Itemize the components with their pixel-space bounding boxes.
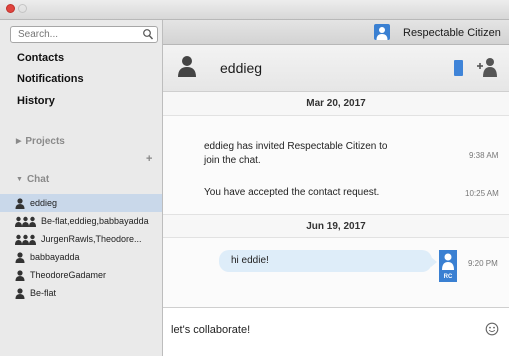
projects-label: Projects [25,136,65,147]
chat-contact-name: eddieg [220,60,263,76]
person-icon [15,197,25,209]
date-divider: Mar 20, 2017 [163,92,509,116]
nav-history[interactable]: History [17,95,55,107]
sender-avatar: RC [439,250,457,282]
chat-item-label: TheodoreGadamer [30,270,107,280]
person-icon [442,253,454,270]
phone-icon[interactable] [454,60,463,76]
chat-section-header[interactable]: ▼ Chat [16,174,49,185]
person-icon [15,251,25,263]
system-message: eddieg has invited Respectable Citizen t… [204,140,387,168]
chat-item-group-2[interactable]: JurgenRawls,Theodore... [0,230,162,248]
minimize-window-button[interactable] [18,4,27,13]
chat-item-label: Be-flat,eddieg,babbayadda [41,216,149,226]
search-input[interactable] [11,27,136,42]
chat-item-group-1[interactable]: Be-flat,eddieg,babbayadda [0,212,162,230]
system-message: You have accepted the contact request. [204,187,380,198]
collapsed-triangle-icon: ▶ [16,138,22,145]
close-window-button[interactable] [6,4,15,13]
expanded-triangle-icon: ▼ [16,176,23,183]
bubble-tail [431,257,437,267]
account-bar: Respectable Citizen [163,20,509,45]
contact-avatar-icon [177,55,197,80]
chat-item-theodoregadamer[interactable]: TheodoreGadamer [0,266,162,284]
nav-contacts[interactable]: Contacts [17,52,64,64]
user-avatar[interactable] [374,24,390,40]
message-composer [163,307,509,356]
chat-list: eddieg Be-flat,eddieg,babbayadda JurgenR… [0,194,162,302]
message-time: 9:38 AM [469,151,499,160]
chat-item-label: eddieg [30,198,58,208]
message-bubble[interactable]: hi eddie! [219,250,432,272]
outgoing-message-row: hi eddie! RC 9:20 PM [163,240,509,290]
chat-item-label: JurgenRawls,Theodore... [41,234,142,244]
account-name[interactable]: Respectable Citizen [403,27,501,39]
person-icon [376,27,388,40]
search-icon[interactable] [142,28,154,41]
message-time: 10:25 AM [465,189,499,198]
person-icon [15,269,25,281]
person-icon [15,287,25,299]
message-time: 9:20 PM [468,259,498,268]
date-divider: Jun 19, 2017 [163,214,509,238]
projects-section-header[interactable]: ▶ Projects [16,136,65,147]
chat-header: eddieg [163,45,509,92]
chat-item-babbayadda[interactable]: babbayadda [0,248,162,266]
chat-item-eddieg[interactable]: eddieg [0,194,162,212]
chat-item-label: babbayadda [30,252,80,262]
message-input[interactable] [171,322,461,338]
sender-initials: RC [443,274,453,280]
system-message-line: eddieg has invited Respectable Citizen t… [204,141,388,152]
window-titlebar [0,0,509,20]
chat-item-label: Be-flat [30,288,57,298]
group-icon [15,234,36,245]
message-pane[interactable]: Mar 20, 2017 eddieg has invited Respecta… [163,92,509,307]
group-icon [15,216,36,227]
nav-notifications[interactable]: Notifications [17,73,84,85]
add-chat-icon[interactable]: + [146,153,152,165]
search-box [10,26,158,43]
chat-label: Chat [26,174,50,185]
system-message-line: join the chat. [204,155,261,166]
emoji-icon[interactable] [485,322,499,336]
add-contact-icon[interactable] [476,57,498,80]
sidebar: Contacts Notifications History ▶Projects… [0,20,163,356]
chat-item-be-flat[interactable]: Be-flat [0,284,162,302]
